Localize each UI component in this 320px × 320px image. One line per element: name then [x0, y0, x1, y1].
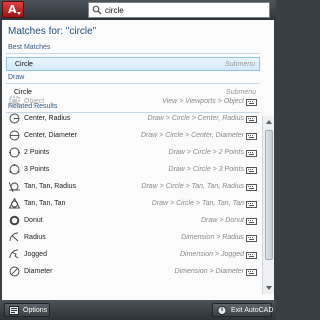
circle-center-diameter-icon — [9, 130, 20, 141]
item-path: Draw > Circle > 2 Points — [168, 149, 244, 156]
dimension-diameter-icon — [9, 266, 20, 277]
keyboard-shortcut-icon — [246, 133, 257, 140]
item-name: 2 Points — [24, 149, 50, 156]
item-name: Center, Diameter — [24, 132, 77, 139]
list-item[interactable]: 3 Points Draw > Circle > 3 Points — [6, 162, 260, 179]
item-path: Draw > Donut — [201, 217, 244, 224]
keyboard-shortcut-icon — [246, 99, 257, 106]
vertical-scrollbar[interactable] — [262, 116, 274, 294]
menu-browser-panel: Matches for: "circle" Best Matches Circl… — [0, 20, 276, 300]
item-type: Submenu — [225, 61, 255, 68]
dimension-jogged-icon — [9, 249, 19, 259]
scrollbar-thumb[interactable] — [265, 130, 273, 260]
exit-autocad-button[interactable]: Exit AutoCAD — [212, 303, 274, 317]
search-box[interactable] — [88, 2, 270, 18]
search-input[interactable] — [105, 4, 269, 16]
item-path: View > Viewports > Object — [162, 98, 244, 105]
circle-2-points-icon — [9, 147, 20, 158]
circle-3-points-icon — [9, 164, 20, 175]
item-name: Tan, Tan, Radius — [24, 183, 77, 190]
item-name: Donut — [24, 217, 43, 224]
search-icon — [92, 5, 102, 15]
list-item[interactable]: Diameter Dimension > Diameter — [6, 264, 260, 281]
autocad-logo-icon: A — [8, 3, 17, 16]
object-icon — [9, 96, 20, 107]
keyboard-shortcut-icon — [246, 116, 257, 123]
donut-icon — [9, 215, 20, 226]
list-item[interactable]: Jogged Dimension > Jogged — [6, 247, 260, 264]
options-icon — [9, 306, 19, 315]
item-path: Draw > Circle > Tan, Tan, Radius — [141, 183, 244, 190]
bottom-bar: Options Exit AutoCAD — [0, 300, 276, 320]
power-icon — [217, 306, 227, 315]
divider — [6, 83, 260, 84]
list-item[interactable]: Donut Draw > Donut — [6, 213, 260, 230]
circle-tan-tan-radius-icon — [9, 181, 20, 192]
item-name: Jogged — [24, 251, 47, 258]
item-name: Diameter — [24, 268, 53, 275]
keyboard-shortcut-icon — [246, 235, 257, 242]
circle-tan-tan-tan-icon — [9, 198, 20, 209]
exit-label: Exit AutoCAD — [231, 307, 274, 314]
keyboard-shortcut-icon — [246, 269, 257, 276]
item-path: Dimension > Radius — [181, 234, 244, 241]
item-path: Draw > Circle > 3 Points — [168, 166, 244, 173]
item-name: Center, Radius — [24, 115, 71, 122]
divider — [6, 53, 260, 54]
scroll-up-arrow-icon[interactable] — [266, 120, 272, 124]
item-path: Dimension > Jogged — [179, 251, 244, 258]
item-name: 3 Points — [24, 166, 50, 173]
list-item[interactable]: Center, Diameter Draw > Circle > Center,… — [6, 128, 260, 145]
top-bar: A — [0, 0, 276, 20]
options-button[interactable]: Options — [4, 303, 50, 317]
item-path: Draw > Circle > Tan, Tan, Tan — [151, 200, 244, 207]
matches-title: Matches for: "circle" — [8, 26, 97, 37]
related-results-list: Object View > Viewports > Object Center,… — [6, 94, 260, 281]
keyboard-shortcut-icon — [246, 167, 257, 174]
item-name: Tan, Tan, Tan — [24, 200, 66, 207]
item-name: Radius — [24, 234, 46, 241]
list-item[interactable]: Tan, Tan, Radius Draw > Circle > Tan, Ta… — [6, 179, 260, 196]
item-path: Draw > Circle > Center, Radius — [147, 115, 244, 122]
options-label: Options — [23, 307, 48, 314]
item-path: Dimension > Diameter — [174, 268, 244, 275]
keyboard-shortcut-icon — [246, 252, 257, 259]
keyboard-shortcut-icon — [246, 184, 257, 191]
best-matches-header: Best Matches — [8, 44, 51, 51]
keyboard-shortcut-icon — [246, 218, 257, 225]
item-path: Draw > Circle > Center, Diameter — [140, 132, 244, 139]
keyboard-shortcut-icon — [246, 150, 257, 157]
list-item[interactable]: Radius Dimension > Radius — [6, 230, 260, 247]
circle-center-radius-icon — [9, 113, 20, 124]
best-match-item[interactable]: Circle Submenu — [6, 57, 260, 71]
application-menu-button[interactable]: A — [2, 1, 24, 18]
scroll-down-arrow-icon[interactable] — [266, 286, 272, 290]
list-item[interactable]: Tan, Tan, Tan Draw > Circle > Tan, Tan, … — [6, 196, 260, 213]
list-item[interactable]: Object View > Viewports > Object — [6, 94, 260, 111]
item-name: Object — [24, 98, 45, 105]
list-item[interactable]: 2 Points Draw > Circle > 2 Points — [6, 145, 260, 162]
item-name: Circle — [15, 61, 33, 68]
dimension-radius-icon — [9, 232, 19, 242]
draw-header: Draw — [8, 74, 25, 81]
keyboard-shortcut-icon — [246, 201, 257, 208]
chevron-down-icon — [17, 12, 21, 15]
list-item[interactable]: Center, Radius Draw > Circle > Center, R… — [6, 111, 260, 128]
